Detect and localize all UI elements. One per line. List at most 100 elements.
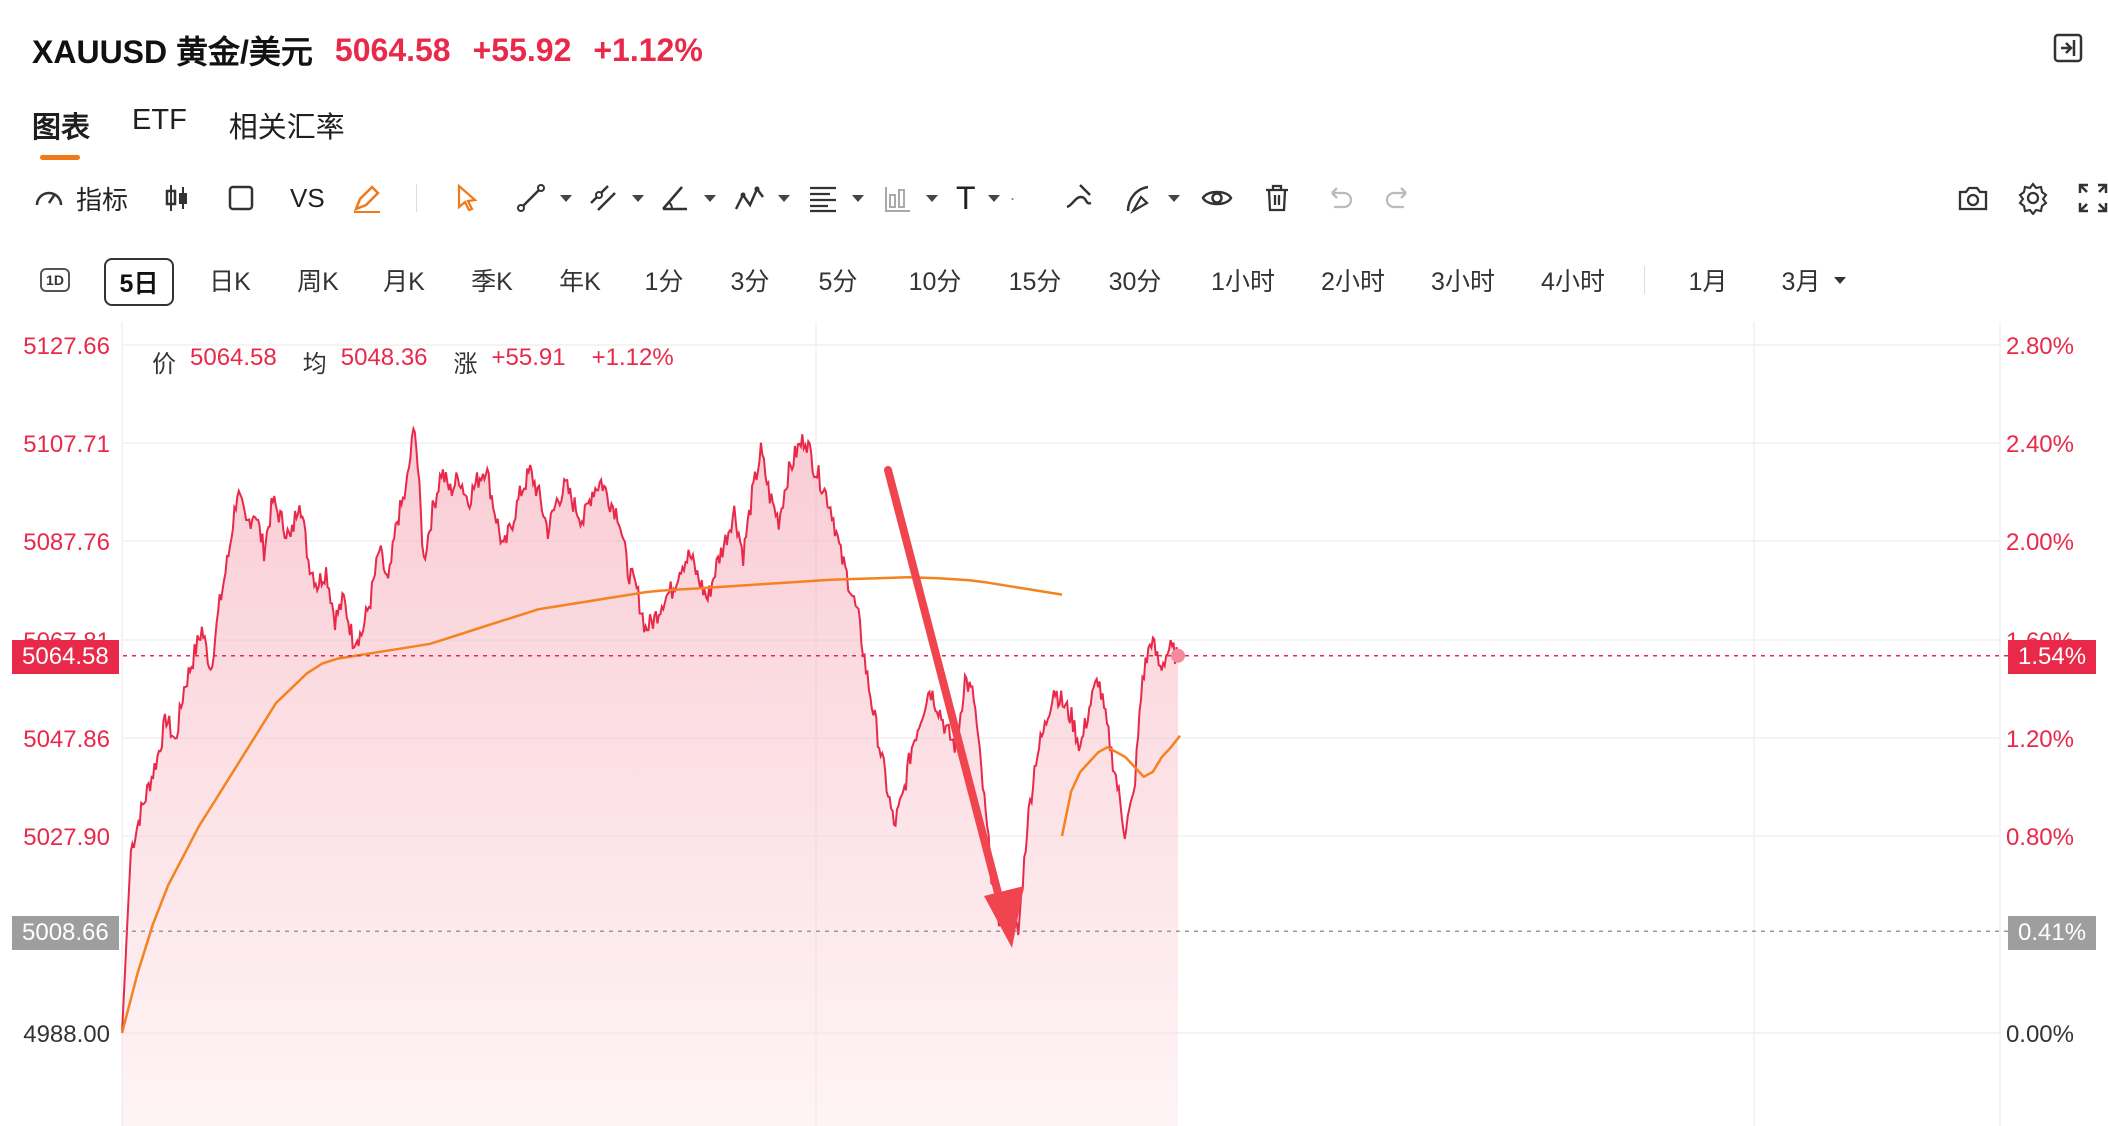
- crosshair-legend: 价 5064.58 均 5048.36 涨 +55.91 +1.12%: [152, 344, 686, 379]
- period-5min[interactable]: 5分: [810, 258, 866, 302]
- trend-line-icon: [517, 184, 545, 212]
- text-tool[interactable]: T ·: [956, 178, 1016, 218]
- tab-etf[interactable]: ETF: [132, 104, 187, 160]
- line-tool[interactable]: [514, 178, 572, 218]
- compare-button[interactable]: VS: [290, 178, 325, 218]
- y-tick-label-right: 0.80%: [2006, 824, 2074, 851]
- fibonacci-icon: [810, 186, 836, 213]
- magnet-tool[interactable]: [1122, 178, 1180, 218]
- bars-projection-icon: [885, 187, 910, 212]
- undo-button[interactable]: [1322, 178, 1356, 218]
- legend-chg: +55.91: [491, 344, 566, 371]
- period-day[interactable]: 日K: [200, 258, 260, 302]
- instrument-header: XAUUSD 黄金/美元 5064.58 +55.92 +1.12%: [32, 26, 703, 74]
- fullscreen-button[interactable]: [2076, 178, 2108, 218]
- period-1m[interactable]: 1月: [1678, 258, 1738, 302]
- brush-icon: [1066, 184, 1092, 209]
- screenshot-button[interactable]: [1956, 178, 1990, 218]
- period-quarter[interactable]: 季K: [462, 258, 522, 302]
- period-3min[interactable]: 3分: [722, 258, 778, 302]
- pattern-tool[interactable]: [732, 178, 790, 218]
- camera-icon: [1958, 186, 1988, 211]
- tab-chart[interactable]: 图表: [32, 104, 90, 160]
- period-1min[interactable]: 1分: [636, 258, 692, 302]
- y-tick-label-left: 5047.86: [23, 726, 110, 753]
- candlestick-button[interactable]: [160, 178, 194, 218]
- indicators-button[interactable]: 指标: [32, 178, 128, 218]
- y-tick-label-left: 5087.76: [23, 529, 110, 556]
- current-pct-tag-right: 1.54%: [2008, 640, 2097, 674]
- fibonacci-tool[interactable]: [806, 178, 864, 218]
- period-30min[interactable]: 30分: [1100, 258, 1170, 302]
- y-tick-label-right: 2.80%: [2006, 333, 2074, 360]
- cursor-tool[interactable]: [450, 178, 484, 218]
- cursor-icon: [457, 183, 478, 212]
- redo-icon: [1385, 187, 1407, 209]
- price-area: [122, 428, 1178, 1126]
- last-point-dot: [1171, 648, 1185, 663]
- gear-icon: [2018, 182, 2048, 215]
- drawing-toolbar: 指标 VS T ·: [32, 178, 2108, 218]
- price-chart[interactable]: 5127.662.80%5107.712.40%5087.762.00%5067…: [0, 0, 2108, 1126]
- y-tick-label-right: 2.40%: [2006, 431, 2074, 458]
- ref-price-tag-left: 5008.66: [12, 916, 119, 950]
- y-tick-label-left: 5027.90: [23, 824, 110, 851]
- undo-icon: [1331, 187, 1353, 209]
- y-tick-label-right: 2.00%: [2006, 529, 2074, 556]
- instrument-symbol: XAUUSD 黄金/美元: [32, 34, 313, 70]
- price-change-pct: +1.12%: [593, 31, 703, 68]
- indicators-label: 指标: [76, 184, 129, 215]
- y-tick-label-left: 5127.66: [23, 333, 110, 360]
- trash-icon: [1266, 184, 1288, 212]
- period-selector: 1D 5日 日K 周K 月K 季K 年K 1分 3分 5分 10分 15分 30…: [32, 258, 2088, 306]
- parallel-channel-icon: [590, 185, 616, 211]
- visibility-toggle[interactable]: [1200, 178, 1234, 218]
- fullscreen-icon: [2078, 183, 2108, 213]
- period-month[interactable]: 月K: [374, 258, 434, 302]
- delete-drawings-button[interactable]: [1260, 178, 1294, 218]
- period-15min[interactable]: 15分: [1000, 258, 1070, 302]
- y-tick-label-right: 0.00%: [2006, 1021, 2074, 1048]
- period-5d[interactable]: 5日: [104, 258, 174, 306]
- square-tool-button[interactable]: [224, 178, 258, 218]
- y-tick-label-right: 1.20%: [2006, 726, 2074, 753]
- calendar-1d-icon[interactable]: 1D: [38, 258, 72, 302]
- legend-price-key: 价: [152, 351, 176, 378]
- tab-related-fx[interactable]: 相关汇率: [229, 104, 345, 160]
- period-week[interactable]: 周K: [288, 258, 348, 302]
- brush-tool[interactable]: [1062, 178, 1096, 218]
- gauge-icon: [35, 191, 63, 206]
- text-tool-glyph: T: [956, 179, 976, 216]
- price-change: +55.92: [472, 31, 572, 68]
- period-3h[interactable]: 3小时: [1422, 258, 1504, 302]
- period-3m-dropdown[interactable]: 3月: [1766, 258, 1862, 302]
- prediction-tool[interactable]: [880, 178, 938, 218]
- eye-icon: [1201, 190, 1233, 206]
- period-10min[interactable]: 10分: [900, 258, 970, 302]
- magnet-pen-icon: [1126, 185, 1149, 214]
- view-tabs: 图表 ETF 相关汇率: [32, 104, 345, 160]
- compare-label: VS: [290, 182, 325, 213]
- y-tick-label-left: 5107.71: [23, 431, 110, 458]
- angle-icon: [662, 186, 687, 211]
- zigzag-pattern-icon: [734, 186, 764, 210]
- period-year[interactable]: 年K: [550, 258, 610, 302]
- channel-tool[interactable]: [586, 178, 644, 218]
- legend-chg-pct: +1.12%: [591, 344, 674, 371]
- ref-pct-tag-right: 0.41%: [2008, 916, 2097, 950]
- legend-avg: 5048.36: [340, 344, 428, 371]
- legend-avg-key: 均: [302, 351, 327, 378]
- candlestick-icon: [165, 185, 187, 211]
- last-price: 5064.58: [334, 31, 451, 68]
- angle-tool[interactable]: [658, 178, 716, 218]
- period-4h[interactable]: 4小时: [1532, 258, 1614, 302]
- collapse-panel-icon[interactable]: [2052, 32, 2084, 64]
- legend-price: 5064.58: [190, 344, 277, 371]
- legend-chg-key: 涨: [453, 351, 478, 378]
- redo-button[interactable]: [1382, 178, 1416, 218]
- draw-toggle-button[interactable]: [350, 178, 384, 218]
- period-1h[interactable]: 1小时: [1202, 258, 1284, 302]
- settings-button[interactable]: [2016, 178, 2050, 218]
- square-icon: [228, 185, 254, 211]
- period-2h[interactable]: 2小时: [1312, 258, 1394, 302]
